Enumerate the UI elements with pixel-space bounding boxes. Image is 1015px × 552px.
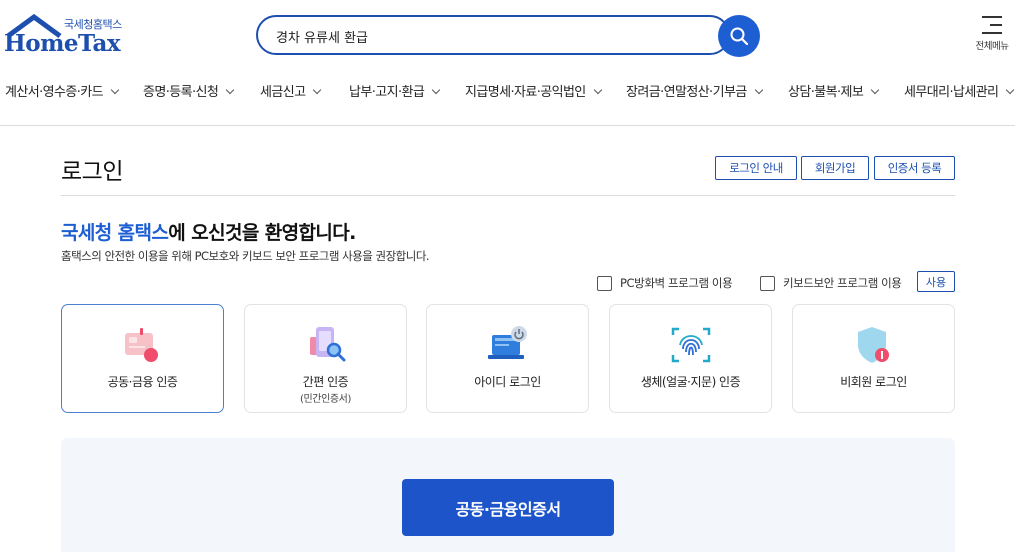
login-method-guest[interactable]: 비회원 로그인 bbox=[792, 304, 955, 413]
shield-key-icon bbox=[857, 327, 889, 363]
nav-item-tax-return[interactable]: 세금신고 bbox=[260, 81, 322, 100]
nav-item-payment[interactable]: 납부·고지·환급 bbox=[349, 81, 441, 100]
security-notice: 홈택스의 안전한 이용을 위해 PC보호와 키보드 보안 프로그램 사용을 권장… bbox=[61, 249, 430, 263]
card-label: 간편 인증 bbox=[302, 375, 349, 389]
chevron-down-icon bbox=[1006, 85, 1015, 95]
nav-item-tax-agent[interactable]: 세무대리·납세관리 bbox=[904, 81, 1015, 100]
mobile-search-icon bbox=[309, 327, 345, 362]
hamburger-icon bbox=[982, 16, 1002, 34]
title-divider bbox=[61, 195, 955, 196]
fingerprint-icon bbox=[671, 327, 710, 363]
search-button[interactable] bbox=[718, 15, 760, 57]
nav-item-invoice[interactable]: 계산서·영수증·카드 bbox=[5, 81, 120, 100]
login-method-id[interactable]: 아이디 로그인 bbox=[426, 304, 589, 413]
card-sublabel: (민간인증서) bbox=[299, 394, 351, 405]
chevron-down-icon bbox=[110, 85, 120, 95]
all-menu-button[interactable]: 전체메뉴 bbox=[970, 14, 1014, 58]
nav-item-label: 증명·등록·신청 bbox=[143, 85, 219, 100]
login-method-biometric[interactable]: 생체(얼굴·지문) 인증 bbox=[609, 304, 772, 413]
hometax-logo[interactable]: 국세청홈택스 HomeTax bbox=[4, 14, 134, 58]
checkbox-label: 키보드보안 프로그램 이용 bbox=[783, 276, 902, 290]
cert-register-button[interactable]: 인증서 등록 bbox=[874, 156, 955, 180]
search-box[interactable] bbox=[256, 15, 730, 55]
nav-item-statements[interactable]: 지급명세·자료·공익법인 bbox=[465, 81, 602, 100]
chevron-down-icon bbox=[431, 85, 441, 95]
checkbox-box[interactable] bbox=[760, 275, 775, 291]
certificate-card-icon bbox=[124, 328, 158, 362]
nav-item-label: 납부·고지·환급 bbox=[349, 85, 425, 100]
nav-item-label: 세금신고 bbox=[260, 85, 306, 100]
search-icon bbox=[730, 27, 749, 46]
keyboard-security-checkbox[interactable]: 키보드보안 프로그램 이용 bbox=[760, 274, 902, 292]
global-nav: 계산서·영수증·카드 증명·등록·신청 세금신고 납부·고지·환급 지급명세·자… bbox=[0, 78, 1015, 104]
pc-firewall-checkbox[interactable]: PC방화벽 프로그램 이용 bbox=[597, 274, 733, 292]
card-label: 비회원 로그인 bbox=[840, 375, 907, 389]
card-label: 아이디 로그인 bbox=[474, 375, 541, 389]
welcome-brand: 국세청 홈택스 bbox=[61, 222, 169, 244]
nav-item-label: 지급명세·자료·공익법인 bbox=[465, 85, 586, 100]
laptop-power-icon bbox=[487, 326, 527, 359]
checkbox-box[interactable] bbox=[597, 275, 612, 291]
chevron-down-icon bbox=[870, 85, 880, 95]
use-button[interactable]: 사용 bbox=[917, 271, 955, 292]
logo-title: HomeTax bbox=[4, 30, 121, 57]
nav-item-label: 장려금·연말정산·기부금 bbox=[626, 85, 747, 100]
card-label: 공동·금융 인증 bbox=[107, 375, 178, 389]
login-method-certificate[interactable]: 공동·금융 인증 bbox=[61, 304, 224, 413]
nav-item-certificate[interactable]: 증명·등록·신청 bbox=[143, 81, 235, 100]
nav-item-consult[interactable]: 상담·불복·제보 bbox=[788, 81, 880, 100]
signup-button[interactable]: 회원가입 bbox=[801, 156, 869, 180]
chevron-down-icon bbox=[225, 85, 235, 95]
joint-financial-cert-button[interactable]: 공동·금융인증서 bbox=[402, 479, 614, 536]
all-menu-label: 전체메뉴 bbox=[975, 41, 1009, 52]
chevron-down-icon bbox=[593, 85, 602, 95]
nav-item-label: 세무대리·납세관리 bbox=[904, 85, 999, 100]
page-title: 로그인 bbox=[61, 159, 123, 185]
welcome-text: 에 오신것을 환영합니다. bbox=[168, 222, 356, 244]
nav-item-incentives[interactable]: 장려금·연말정산·기부금 bbox=[626, 81, 763, 100]
nav-item-label: 계산서·영수증·카드 bbox=[5, 85, 104, 100]
checkbox-label: PC방화벽 프로그램 이용 bbox=[620, 276, 733, 290]
card-label: 생체(얼굴·지문) 인증 bbox=[640, 375, 741, 389]
welcome-heading: 국세청 홈택스에 오신것을 환영합니다. bbox=[61, 218, 356, 245]
chevron-down-icon bbox=[754, 85, 763, 95]
search-input[interactable] bbox=[276, 26, 696, 46]
nav-divider bbox=[0, 125, 1015, 126]
login-method-simple[interactable]: 간편 인증 (민간인증서) bbox=[244, 304, 407, 413]
nav-item-label: 상담·불복·제보 bbox=[788, 85, 864, 100]
login-guide-button[interactable]: 로그인 안내 bbox=[715, 156, 797, 180]
chevron-down-icon bbox=[313, 85, 322, 95]
